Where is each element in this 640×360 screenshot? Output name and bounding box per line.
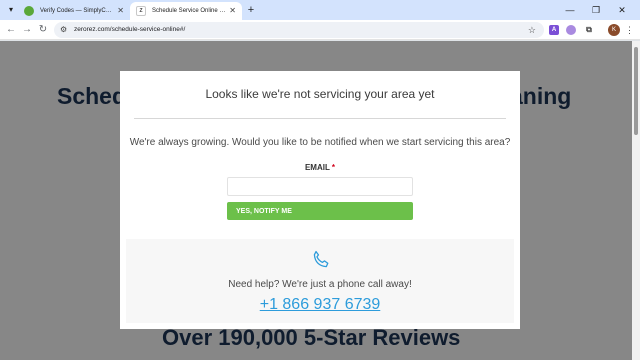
restore-icon[interactable]: ❐ [586, 0, 606, 20]
minimize-icon[interactable]: — [560, 0, 580, 20]
extension-a-icon[interactable]: A [549, 25, 559, 35]
help-text: Need help? We're just a phone call away! [228, 279, 412, 290]
page-viewport: Sched aning Over 190,000 5-Star Reviews … [0, 41, 632, 360]
new-tab-button[interactable]: + [244, 2, 258, 18]
url-text: zerorez.com/schedule-service-online#/ [74, 26, 186, 33]
browser-toolbar: ← → ↻ ⚙ zerorez.com/schedule-service-onl… [0, 20, 640, 40]
zerorez-favicon-icon: Z [136, 6, 146, 16]
site-info-icon[interactable]: ⚙ [60, 22, 67, 38]
required-mark: * [331, 163, 336, 172]
tab-schedule-service[interactable]: Z Schedule Service Online | Zerorez ✕ [130, 2, 242, 20]
menu-icon[interactable]: ⋮ [625, 22, 634, 38]
email-label-text: EMAIL [304, 163, 330, 172]
tab-title: Schedule Service Online | Zerorez [152, 8, 226, 14]
simplycodes-favicon-icon [24, 6, 34, 16]
close-window-icon[interactable]: ✕ [612, 0, 632, 20]
extensions-puzzle-icon[interactable]: ⧉ [584, 25, 594, 35]
close-tab-icon[interactable]: ✕ [229, 2, 236, 20]
tab-verify-codes[interactable]: Verify Codes — SimplyCodes ✕ [18, 2, 130, 20]
tab-title: Verify Codes — SimplyCodes [40, 8, 114, 14]
extension-icon[interactable] [566, 25, 576, 35]
scrollbar-thumb[interactable] [634, 47, 638, 135]
forward-icon[interactable]: → [19, 22, 35, 38]
tab-search-icon[interactable]: ▾ [4, 3, 18, 17]
bookmark-star-icon[interactable]: ☆ [528, 22, 536, 38]
page-scrollbar[interactable] [632, 41, 640, 360]
tab-strip: ▾ Verify Codes — SimplyCodes ✕ Z Schedul… [0, 0, 640, 20]
modal-title: Looks like we're not servicing your area… [205, 87, 435, 101]
close-tab-icon[interactable]: ✕ [117, 2, 124, 20]
phone-number-link[interactable]: +1 866 937 6739 [126, 296, 514, 314]
phone-icon [313, 250, 329, 268]
address-bar[interactable]: ⚙ zerorez.com/schedule-service-online#/ … [54, 22, 544, 38]
reload-icon[interactable]: ↻ [35, 22, 51, 38]
help-panel: Need help? We're just a phone call away!… [126, 239, 514, 323]
profile-avatar[interactable]: K [608, 24, 620, 36]
back-icon[interactable]: ← [3, 22, 19, 38]
modal-message: We're always growing. Would you like to … [129, 137, 511, 148]
email-field[interactable] [227, 177, 413, 196]
notify-me-button[interactable]: YES, NOTIFY ME [227, 202, 413, 220]
modal-divider [134, 118, 506, 119]
email-label: EMAIL * [120, 163, 520, 172]
service-area-modal: Looks like we're not servicing your area… [120, 71, 520, 329]
